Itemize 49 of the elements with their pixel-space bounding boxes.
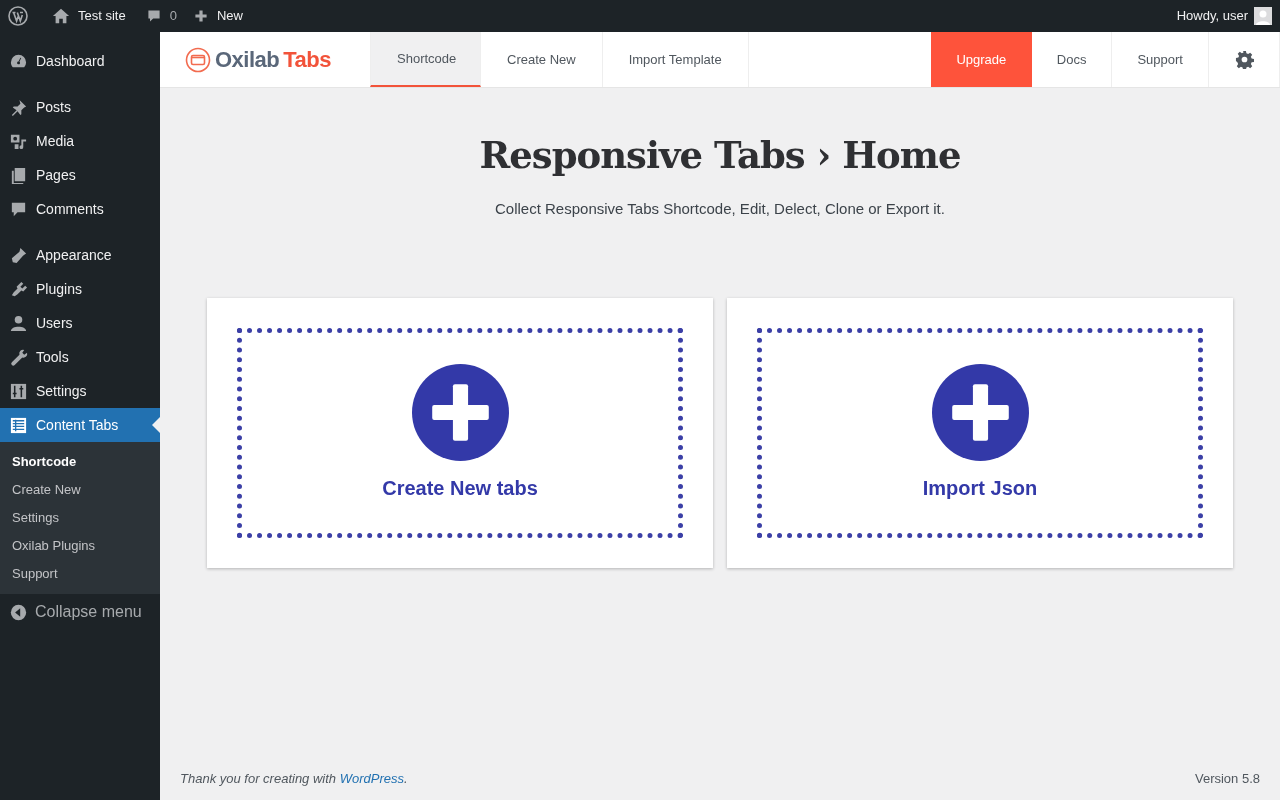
settings-icon <box>1234 50 1254 69</box>
speech-bubble-icon <box>145 8 162 24</box>
home-icon <box>52 7 70 25</box>
current-pointer <box>152 417 160 433</box>
menu-icon <box>9 313 28 333</box>
comments-link[interactable]: 0 <box>145 6 177 26</box>
menu-icon <box>9 415 28 435</box>
submenu-item[interactable]: Support <box>0 560 160 588</box>
sidebar-menu-item[interactable]: Appearance <box>0 238 160 272</box>
footer-credit: Thank you for creating with WordPress. <box>180 770 408 789</box>
submenu-item[interactable]: Shortcode <box>0 448 160 476</box>
sidebar-menu-item[interactable]: Users <box>0 306 160 340</box>
version-text: Version 5.8 <box>1194 770 1260 789</box>
collapse-menu-button[interactable]: Collapse menu <box>0 594 160 630</box>
wordpress-logo-link[interactable] <box>8 6 28 26</box>
site-name-link[interactable]: Test site <box>52 6 126 26</box>
new-content-link[interactable]: New <box>192 6 243 26</box>
wordpress-link[interactable]: WordPress <box>339 771 404 787</box>
sidebar-menu-item[interactable]: Comments <box>0 192 160 226</box>
sidebar-menu-item[interactable]: Settings <box>0 374 160 408</box>
menu-icon <box>9 381 28 401</box>
menu-icon <box>9 279 28 299</box>
sidebar-menu-item[interactable]: Content Tabs <box>0 408 160 442</box>
plus-circle-icon <box>411 363 509 461</box>
avatar-icon <box>1254 7 1272 25</box>
dropzone-button[interactable]: Import Json <box>757 328 1203 538</box>
sidebar-menu-item[interactable]: Media <box>0 124 160 158</box>
submenu-item[interactable]: Create New <box>0 476 160 504</box>
menu-icon <box>9 245 28 265</box>
dropzone-button[interactable]: Create New tabs <box>237 328 683 538</box>
page-title: Responsive Tabs › Home <box>479 132 961 179</box>
sidebar-menu-item[interactable]: Pages <box>0 158 160 192</box>
sidebar-menu-item[interactable]: Dashboard <box>0 44 160 78</box>
sidebar-menu-item[interactable]: Posts <box>0 90 160 124</box>
sidebar-menu-item[interactable]: Tools <box>0 340 160 374</box>
plus-icon <box>192 8 209 24</box>
plus-circle-icon <box>931 363 1029 461</box>
wordpress-logo-icon <box>8 6 28 26</box>
submenu-item[interactable]: Settings <box>0 504 160 532</box>
logo-wordmark: Oxilab <box>215 46 280 74</box>
account-menu-link[interactable]: Howdy, user <box>1176 6 1272 26</box>
header-tab[interactable]: Shortcode <box>370 32 481 87</box>
logo-wordmark: Tabs <box>283 46 331 74</box>
submenu-item[interactable]: Oxilab Plugins <box>0 532 160 560</box>
menu-icon <box>9 165 28 185</box>
page-subtitle: Collect Responsive Tabs Shortcode, Edit, Delect, Clone or Export it. <box>495 198 945 219</box>
sidebar-menu-item[interactable]: Plugins <box>0 272 160 306</box>
logo-icon <box>185 46 211 73</box>
menu-icon <box>9 347 28 367</box>
